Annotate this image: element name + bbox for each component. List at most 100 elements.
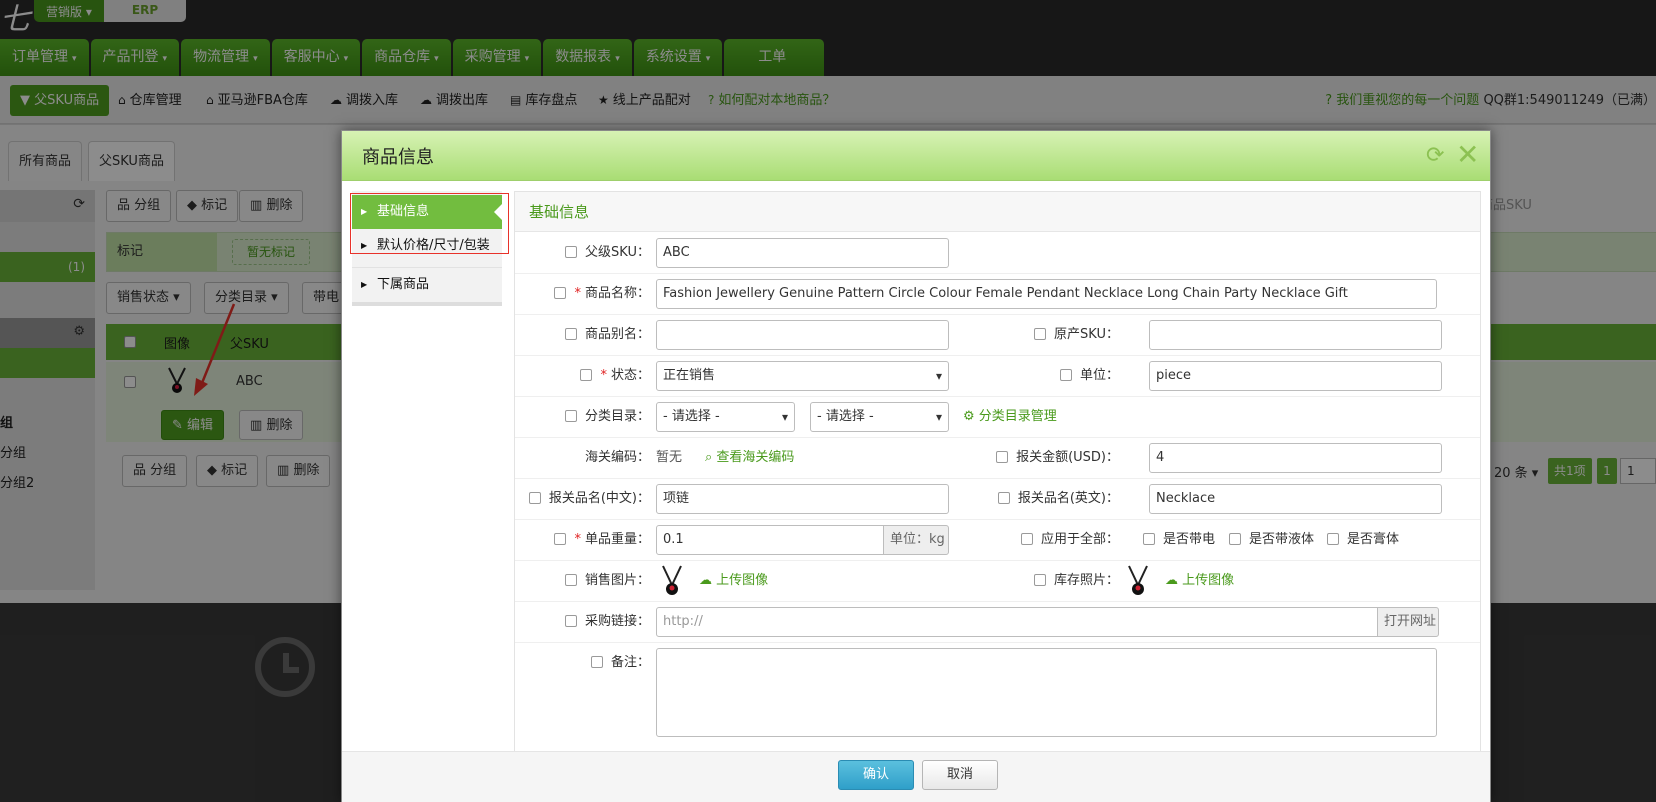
link-label: 上传图像 [1182, 573, 1235, 588]
label-text: 单位： [1079, 368, 1119, 383]
declared-name-en-label: 报关品名(英文)： [975, 484, 1119, 514]
parent-sku-checkbox[interactable] [565, 246, 578, 258]
row-parent-sku: 父级SKU： ABC [515, 233, 1480, 274]
weight-checkbox[interactable] [554, 533, 567, 545]
row-weight: * 单品重量： 0.1 单位：kg 应用于全部： 是否带电 是否带液体 是否膏体 [515, 520, 1480, 561]
unit-label: 单位： [995, 361, 1119, 391]
paste-checkbox[interactable] [1327, 533, 1339, 545]
sales-image-label: 销售图片： [525, 566, 650, 596]
stock-image-label: 库存照片： [995, 566, 1119, 596]
product-name-checkbox[interactable] [554, 287, 567, 299]
row-alias: 商品别名： 原产SKU： [515, 315, 1480, 356]
label-text: 分类目录： [584, 409, 650, 424]
label-text: 商品名称： [584, 286, 650, 301]
liquid-checkbox[interactable] [1229, 533, 1241, 545]
alias-input[interactable] [656, 320, 949, 350]
status-label: * 状态： [525, 361, 650, 391]
status-checkbox[interactable] [580, 369, 593, 381]
paste-option[interactable]: 是否膏体 [1327, 525, 1399, 555]
battery-option[interactable]: 是否带电 [1143, 525, 1215, 555]
label-text: 单品重量： [584, 532, 650, 547]
row-purchase-link: 采购链接： http:// 打开网址 [515, 602, 1480, 643]
product-name-input[interactable]: Fashion Jewellery Genuine Pattern Circle… [656, 279, 1437, 309]
cloud-upload-icon: ☁ [1165, 573, 1178, 588]
customs-code-lookup-link[interactable]: ⌕ 查看海关编码 [705, 443, 794, 473]
option-label: 是否带电 [1163, 532, 1216, 547]
close-icon[interactable]: ✕ [1456, 141, 1480, 169]
unit-input[interactable]: piece [1149, 361, 1442, 391]
notes-checkbox[interactable] [590, 656, 603, 668]
unit-checkbox[interactable] [1059, 369, 1072, 381]
row-status: *状态： 正在销售 单位： piece [515, 356, 1480, 397]
label-text: 父级SKU： [585, 245, 650, 260]
confirm-button[interactable]: 确认 [838, 760, 914, 790]
modal-header: 商品信息 ⟳ ✕ [342, 131, 1490, 181]
modal-footer: 确认 取消 [342, 751, 1490, 802]
label-text: 报关品名(英文)： [1017, 491, 1119, 506]
required-mark: * [574, 532, 581, 547]
sidebar-label: 下属商品 [377, 277, 430, 292]
sales-image-checkbox[interactable] [564, 574, 577, 586]
refresh-icon[interactable]: ⟳ [1426, 144, 1450, 168]
label-text: 报关品名(中文)： [548, 491, 650, 506]
customs-code-value: 暂无 [656, 450, 683, 465]
sales-image-thumbnail [662, 565, 682, 595]
declared-name-cn-input[interactable]: 项链 [656, 484, 949, 514]
open-url-button[interactable]: 打开网址 [1377, 607, 1439, 637]
link-label: 查看海关编码 [716, 450, 795, 465]
apply-all-label: 应用于全部： [995, 525, 1119, 555]
category-label: 分类目录： [525, 402, 650, 432]
category-select-1[interactable]: - 请选择 - [656, 402, 795, 432]
sales-image-upload[interactable]: ☁ 上传图像 [699, 566, 768, 596]
gear-icon: ⚙ [963, 409, 975, 424]
label-text: 备注： [610, 655, 650, 670]
purchase-link-input[interactable]: http:// [656, 607, 1378, 637]
alias-label: 商品别名： [525, 320, 650, 350]
declared-name-cn-checkbox[interactable] [528, 492, 541, 504]
label-text: 销售图片： [584, 573, 650, 588]
declared-amount-input[interactable]: 4 [1149, 443, 1442, 473]
link-label: 分类目录管理 [978, 409, 1057, 424]
row-customs: 海关编码： 暂无 ⌕ 查看海关编码 报关金额(USD)： 4 [515, 438, 1480, 479]
liquid-option[interactable]: 是否带液体 [1229, 525, 1314, 555]
declared-amount-checkbox[interactable] [996, 451, 1009, 463]
label-text: 库存照片： [1053, 573, 1119, 588]
row-category: 分类目录： - 请选择 - - 请选择 - ⚙ 分类目录管理 [515, 397, 1480, 438]
weight-input[interactable]: 0.1 [656, 525, 884, 555]
stock-image-thumbnail [1128, 565, 1148, 595]
status-select[interactable]: 正在销售 [656, 361, 949, 391]
parent-sku-input[interactable]: ABC [656, 238, 949, 268]
annotation-box [350, 193, 509, 254]
stock-image-checkbox[interactable] [1033, 574, 1046, 586]
category-select-2[interactable]: - 请选择 - [810, 402, 949, 432]
original-sku-checkbox[interactable] [1034, 328, 1047, 340]
original-sku-input[interactable] [1149, 320, 1442, 350]
modal-title: 商品信息 [362, 147, 434, 168]
basic-info-form: 基础信息 父级SKU： ABC * 商品名称： Fashion Jewellery… [514, 191, 1481, 791]
label-text: 商品别名： [584, 327, 650, 342]
notes-label: 备注： [525, 648, 650, 678]
cancel-button[interactable]: 取消 [922, 760, 998, 790]
alias-checkbox[interactable] [564, 328, 577, 340]
battery-checkbox[interactable] [1143, 533, 1155, 545]
label-text: 报关金额(USD)： [1016, 450, 1119, 465]
cloud-upload-icon: ☁ [699, 573, 712, 588]
parent-sku-label: 父级SKU： [525, 238, 650, 268]
section-title: 基础信息 [515, 192, 1480, 232]
required-mark: * [574, 286, 581, 301]
apply-all-checkbox[interactable] [1020, 533, 1033, 545]
caret-right-icon: ▶ [361, 280, 368, 289]
label-text: 采购链接： [584, 614, 650, 629]
row-declared-names: 报关品名(中文)： 项链 报关品名(英文)： Necklace [515, 479, 1480, 520]
link-label: 上传图像 [716, 573, 769, 588]
purchase-link-checkbox[interactable] [564, 615, 577, 627]
stock-image-upload[interactable]: ☁ 上传图像 [1165, 566, 1234, 596]
category-manage-link[interactable]: ⚙ 分类目录管理 [963, 402, 1057, 432]
weight-unit: 单位：kg [883, 525, 949, 555]
notes-textarea[interactable] [656, 648, 1437, 737]
sidebar-item-child-products[interactable]: ▶ 下属商品 [352, 267, 502, 301]
category-checkbox[interactable] [564, 410, 577, 422]
option-label: 是否膏体 [1347, 532, 1400, 547]
declared-name-en-checkbox[interactable] [997, 492, 1010, 504]
declared-name-en-input[interactable]: Necklace [1149, 484, 1442, 514]
